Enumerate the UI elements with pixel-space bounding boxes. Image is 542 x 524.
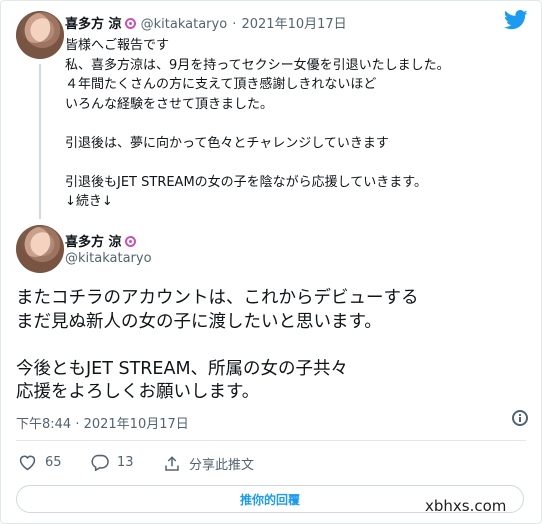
verified-style-badge-icon [124, 236, 136, 247]
comment-icon [91, 454, 109, 471]
tweet1-text: 皆様へご報告です 私、喜多方涼は、9月を持ってセクシー女優を引退いたしました。 … [65, 38, 450, 209]
handle[interactable]: @kitakataryo [65, 251, 152, 266]
heart-icon [19, 455, 36, 471]
avatar[interactable] [16, 11, 64, 59]
verified-style-badge-icon [124, 18, 136, 29]
thread-line [39, 64, 41, 219]
tweet-date[interactable]: 2021年10月17日 [241, 17, 346, 32]
separator: · [232, 17, 237, 32]
twitter-bird-icon[interactable] [504, 10, 528, 30]
display-name[interactable]: 喜多方 涼 [65, 17, 122, 32]
like-count: 65 [45, 455, 62, 470]
display-name[interactable]: 喜多方 涼 [65, 235, 122, 250]
share-icon [165, 455, 179, 471]
handle[interactable]: @kitakataryo [141, 17, 228, 32]
avatar[interactable] [16, 225, 64, 273]
tweet1-header: 喜多方 涼 @kitakataryo · 2021年10月17日 [65, 13, 347, 32]
timestamp[interactable]: 下午8:44 · 2021年10月17日 [16, 413, 189, 432]
reply-count: 13 [117, 455, 134, 470]
tweet2-header: 喜多方 涼 [65, 231, 136, 250]
info-icon[interactable] [512, 410, 528, 426]
watermark: xbhxs.com [425, 497, 507, 515]
tweet2-text: またコチラのアカウントは、これからデビューする まだ見ぬ新人の女の子に渡したいと… [16, 288, 419, 403]
like-action[interactable]: 65 [18, 454, 62, 471]
reply-action[interactable]: 13 [90, 454, 134, 471]
share-action[interactable]: 分享此推文 [163, 454, 254, 473]
divider [16, 440, 526, 441]
share-label: 分享此推文 [189, 458, 255, 473]
